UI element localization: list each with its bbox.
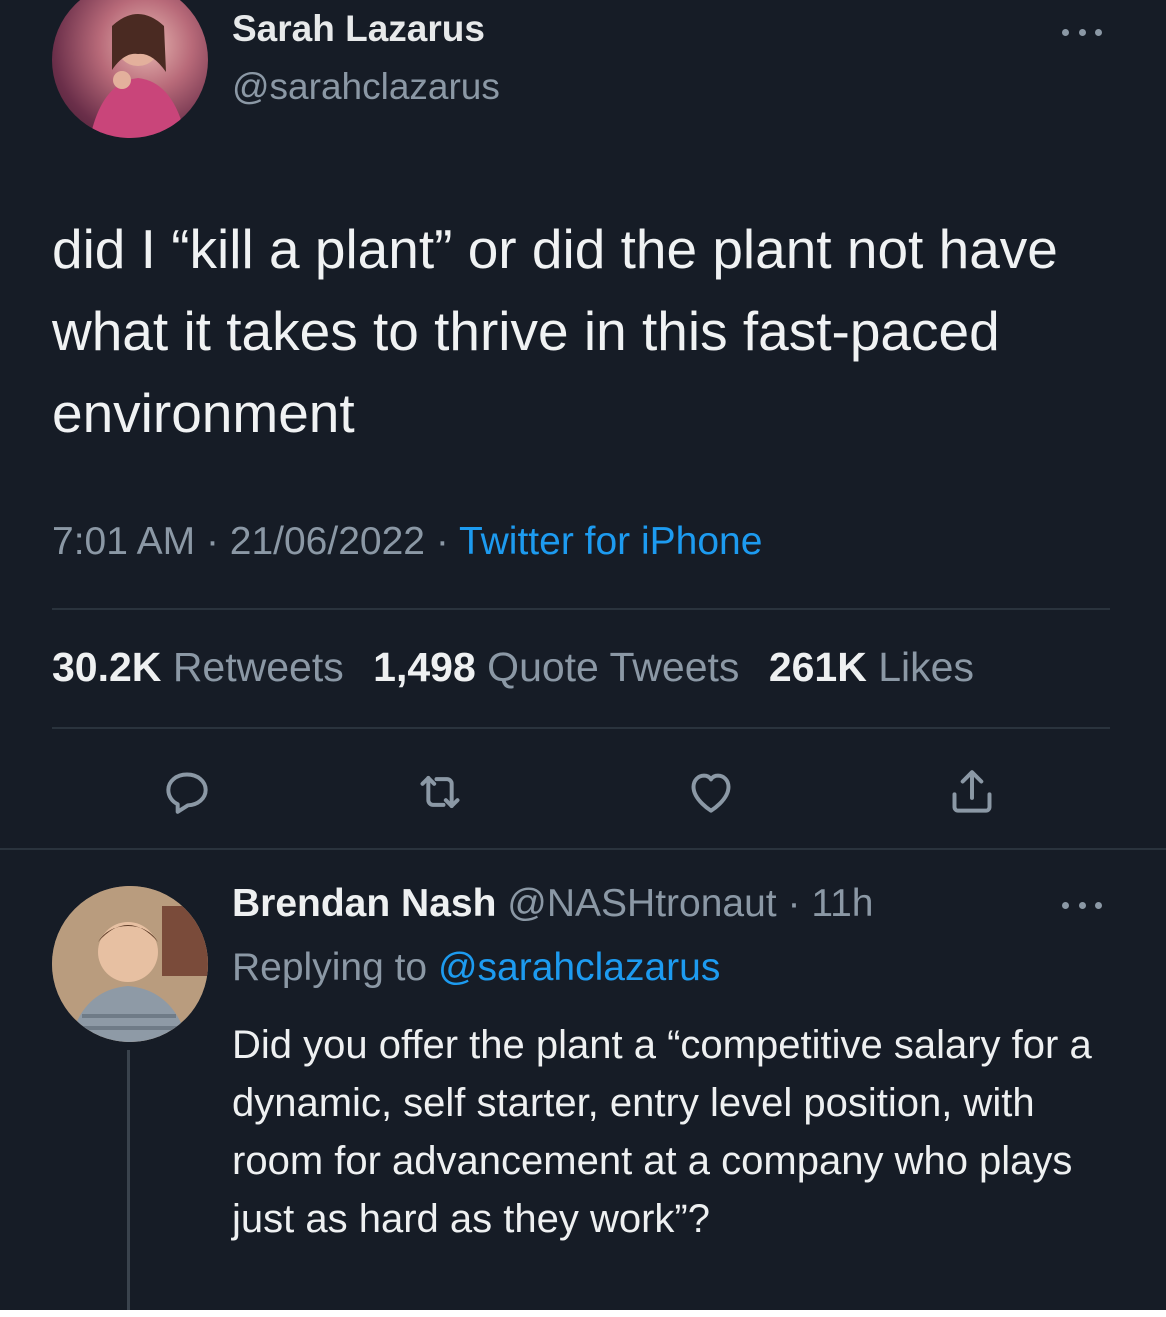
reply-author-handle[interactable]: @NASHtronaut xyxy=(507,882,776,925)
tweet-screenshot: Sarah Lazarus @sarahclazarus did I “kill… xyxy=(0,0,1166,1310)
replying-to-line: Replying to @sarahclazarus xyxy=(232,946,720,990)
reply-text: Did you offer the plant a “competitive s… xyxy=(232,1023,1092,1241)
tweet-date: 21/06/2022 xyxy=(229,520,425,563)
author-handle[interactable]: @sarahclazarus xyxy=(232,66,500,108)
thread-line xyxy=(127,1050,130,1310)
section-divider xyxy=(0,848,1166,850)
reply-author-avatar[interactable] xyxy=(52,886,208,1042)
reply-icon xyxy=(166,772,208,814)
retweet-icon xyxy=(420,776,460,808)
replying-prefix: Replying to xyxy=(232,946,428,989)
share-icon xyxy=(952,770,992,813)
retweets-label: Retweets xyxy=(172,644,344,690)
tweet-text: did I “kill a plant” or did the plant no… xyxy=(52,218,1058,444)
quote-tweets-count: 1,498 xyxy=(373,644,476,690)
retweets-stat[interactable]: 30.2K Retweets xyxy=(52,644,355,690)
tweet-source-link[interactable]: Twitter for iPhone xyxy=(459,520,762,563)
tweet-time: 7:01 AM xyxy=(52,520,196,563)
share-button[interactable] xyxy=(940,760,1004,824)
author-name[interactable]: Sarah Lazarus xyxy=(232,8,485,50)
reply-button[interactable] xyxy=(155,760,219,824)
likes-label: Likes xyxy=(878,644,974,690)
divider xyxy=(52,727,1110,729)
more-options-icon[interactable] xyxy=(1062,22,1102,42)
meta-separator: · xyxy=(435,520,449,563)
divider xyxy=(52,608,1110,610)
tweet-meta: 7:01 AM · 21/06/2022 · Twitter for iPhon… xyxy=(52,520,762,564)
quote-tweets-stat[interactable]: 1,498 Quote Tweets xyxy=(373,644,751,690)
quote-tweets-label: Quote Tweets xyxy=(487,644,740,690)
tweet-stats: 30.2K Retweets 1,498 Quote Tweets 261K L… xyxy=(52,644,992,691)
likes-count: 261K xyxy=(768,644,867,690)
like-button[interactable] xyxy=(679,760,743,824)
reply-author-name[interactable]: Brendan Nash xyxy=(232,882,496,925)
meta-separator: · xyxy=(205,520,219,563)
retweet-button[interactable] xyxy=(408,760,472,824)
reply-age[interactable]: 11h xyxy=(811,882,873,925)
replying-to-mention[interactable]: @sarahclazarus xyxy=(438,946,720,989)
retweets-count: 30.2K xyxy=(52,644,162,690)
likes-stat[interactable]: 261K Likes xyxy=(769,644,974,690)
reply-more-options-icon[interactable] xyxy=(1062,895,1102,915)
reply-header: Brendan Nash @NASHtronaut · 11h xyxy=(232,882,874,926)
like-icon xyxy=(691,773,731,813)
bottom-edge xyxy=(0,1310,1166,1317)
author-avatar[interactable] xyxy=(52,0,208,138)
reply-separator: · xyxy=(787,882,801,925)
